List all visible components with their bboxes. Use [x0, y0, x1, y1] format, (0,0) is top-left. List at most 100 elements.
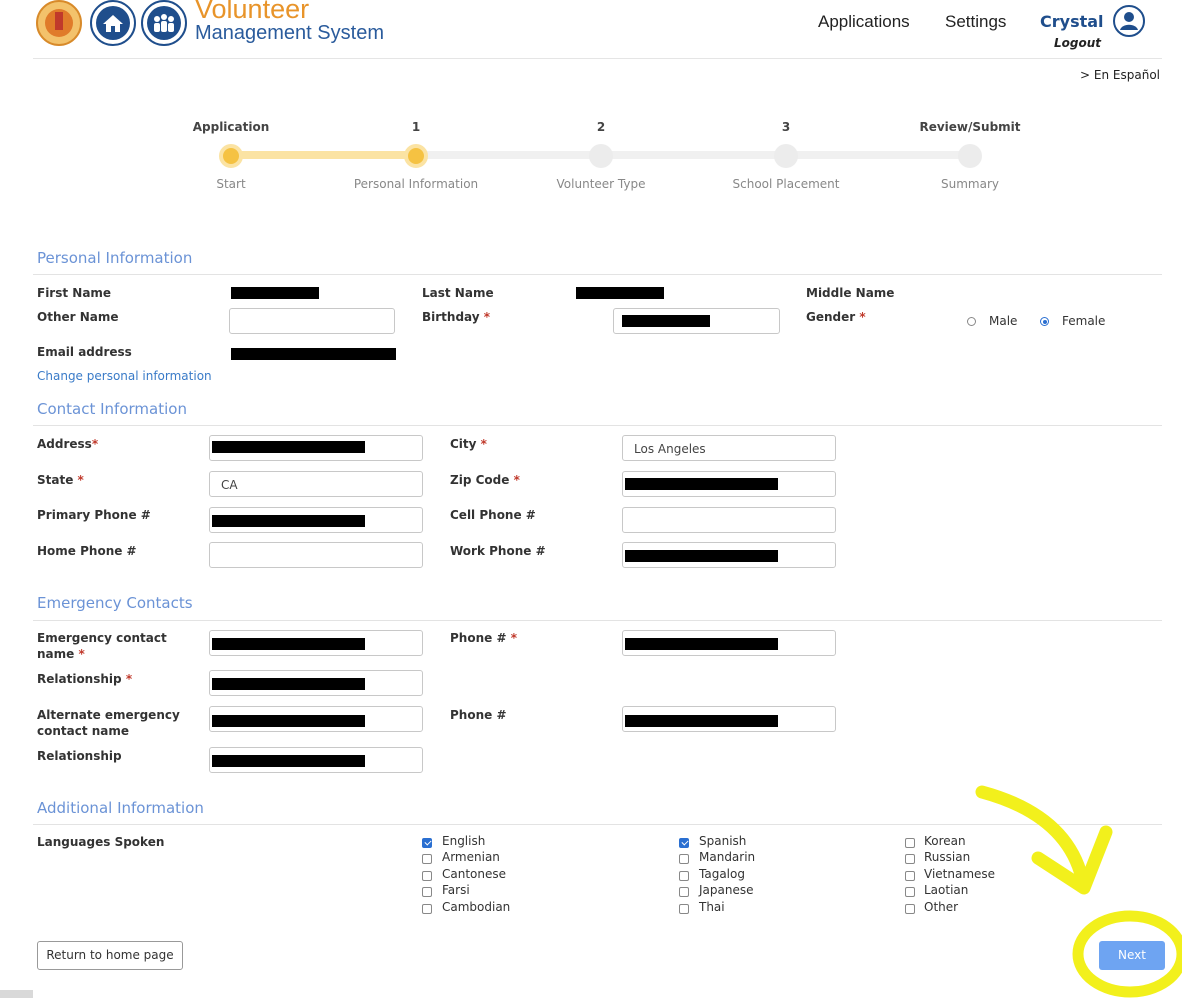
emergency-contact-name-redacted	[212, 638, 365, 650]
middle-name-label: Middle Name	[806, 286, 895, 300]
nav-settings[interactable]: Settings	[945, 12, 1006, 32]
gender-label: Gender *	[806, 310, 866, 324]
language-checkbox-armenian[interactable]	[422, 854, 432, 864]
user-name[interactable]: Crystal	[1040, 12, 1104, 31]
return-home-button[interactable]: Return to home page	[37, 941, 183, 970]
home-phone-input[interactable]	[209, 542, 423, 568]
language-checkbox-japanese[interactable]	[679, 887, 689, 897]
district-seal-logo	[36, 0, 82, 46]
step-sub-personal: Personal Information	[353, 177, 479, 191]
address-label: Address*	[37, 437, 99, 451]
emergency-phone-label: Phone # *	[450, 631, 517, 645]
address-value-redacted	[212, 441, 365, 453]
step-label-review: Review/Submit	[919, 120, 1021, 134]
language-label-english: English	[442, 834, 486, 848]
emergency-contact-name-label: Emergency contact name *	[37, 631, 167, 661]
scrollbar-stub	[0, 990, 33, 998]
first-name-value-redacted	[231, 287, 319, 299]
other-name-input[interactable]	[229, 308, 395, 334]
state-input[interactable]: CA	[209, 471, 423, 497]
step-dot-school-placement	[774, 144, 798, 168]
alternate-contact-name-label: Alternate emergency contact name	[37, 708, 180, 738]
step-dot-summary	[958, 144, 982, 168]
language-label-cambodian: Cambodian	[442, 900, 511, 914]
alternate-contact-name-redacted	[212, 715, 365, 727]
header-divider	[33, 58, 1162, 59]
language-label-spanish: Spanish	[699, 834, 747, 848]
gender-male-radio[interactable]	[967, 317, 976, 326]
relationship-value-redacted	[212, 678, 365, 690]
change-personal-info-link[interactable]: Change personal information	[37, 369, 212, 383]
emergency-phone-redacted	[625, 638, 778, 650]
zip-code-value-redacted	[625, 478, 778, 490]
step-dot-volunteer-type	[589, 144, 613, 168]
birthday-label: Birthday *	[422, 310, 491, 324]
language-checkbox-vietnamese[interactable]	[905, 871, 915, 881]
alternate-phone-label: Phone #	[450, 708, 507, 722]
cell-phone-label: Cell Phone #	[450, 508, 536, 522]
language-label-farsi: Farsi	[442, 883, 470, 897]
language-label-thai: Thai	[699, 900, 725, 914]
step-sub-start: Start	[216, 177, 246, 191]
last-name-value-redacted	[576, 287, 664, 299]
primary-phone-label: Primary Phone #	[37, 508, 151, 522]
step-label-1: 1	[411, 120, 421, 134]
cell-phone-input[interactable]	[622, 507, 836, 533]
language-checkbox-other[interactable]	[905, 904, 915, 914]
language-checkbox-cantonese[interactable]	[422, 871, 432, 881]
languages-spoken-label: Languages Spoken	[37, 835, 165, 849]
step-dot-start	[219, 144, 243, 168]
work-phone-label: Work Phone #	[450, 544, 546, 558]
email-value-redacted	[231, 348, 396, 360]
language-checkbox-laotian[interactable]	[905, 887, 915, 897]
section-title-additional: Additional Information	[37, 799, 204, 817]
language-checkbox-english[interactable]	[422, 838, 432, 848]
section-title-contact: Contact Information	[37, 400, 187, 418]
language-checkbox-thai[interactable]	[679, 904, 689, 914]
birthday-value-redacted	[622, 315, 710, 327]
section-title-emergency: Emergency Contacts	[37, 594, 193, 612]
language-label-armenian: Armenian	[442, 850, 500, 864]
alternate-relationship-redacted	[212, 755, 365, 767]
step-label-2: 2	[596, 120, 606, 134]
language-checkbox-farsi[interactable]	[422, 887, 432, 897]
relationship-label: Relationship *	[37, 672, 133, 686]
home-phone-label: Home Phone #	[37, 544, 137, 558]
brand-subtitle: Management System	[195, 22, 384, 44]
language-checkbox-tagalog[interactable]	[679, 871, 689, 881]
city-label: City *	[450, 437, 487, 451]
language-label-tagalog: Tagalog	[699, 867, 745, 881]
language-checkbox-cambodian[interactable]	[422, 904, 432, 914]
section-divider	[33, 425, 1162, 426]
zip-code-label: Zip Code *	[450, 473, 520, 487]
alternate-relationship-label: Relationship	[37, 749, 122, 763]
language-checkbox-spanish[interactable]	[679, 838, 689, 848]
step-label-3: 3	[781, 120, 791, 134]
logout-link[interactable]: Logout	[1054, 36, 1101, 50]
step-label-application: Application	[192, 120, 270, 134]
step-sub-school-placement: School Placement	[732, 177, 840, 191]
gender-female-radio[interactable]	[1040, 317, 1049, 326]
state-label: State *	[37, 473, 84, 487]
city-input[interactable]: Los Angeles	[622, 435, 836, 461]
first-name-label: First Name	[37, 286, 112, 300]
language-label-japanese: Japanese	[699, 883, 754, 897]
step-dot-personal	[404, 144, 428, 168]
language-checkbox-mandarin[interactable]	[679, 854, 689, 864]
alternate-phone-redacted	[625, 715, 778, 727]
email-label: Email address	[37, 345, 132, 359]
volunteers-icon	[141, 0, 187, 46]
nav-applications[interactable]: Applications	[818, 12, 910, 32]
section-divider	[33, 620, 1162, 621]
stepper-progress-fill	[231, 151, 416, 159]
other-name-label: Other Name	[37, 310, 119, 324]
school-icon	[90, 0, 136, 46]
language-checkbox-russian[interactable]	[905, 854, 915, 864]
language-label-other: Other	[924, 900, 959, 914]
section-divider	[33, 274, 1162, 275]
user-avatar-icon[interactable]	[1112, 4, 1146, 38]
step-sub-summary: Summary	[941, 177, 999, 191]
language-toggle-link[interactable]: > En Español	[1080, 68, 1160, 82]
step-sub-volunteer-type: Volunteer Type	[556, 177, 646, 191]
language-checkbox-korean[interactable]	[905, 838, 915, 848]
